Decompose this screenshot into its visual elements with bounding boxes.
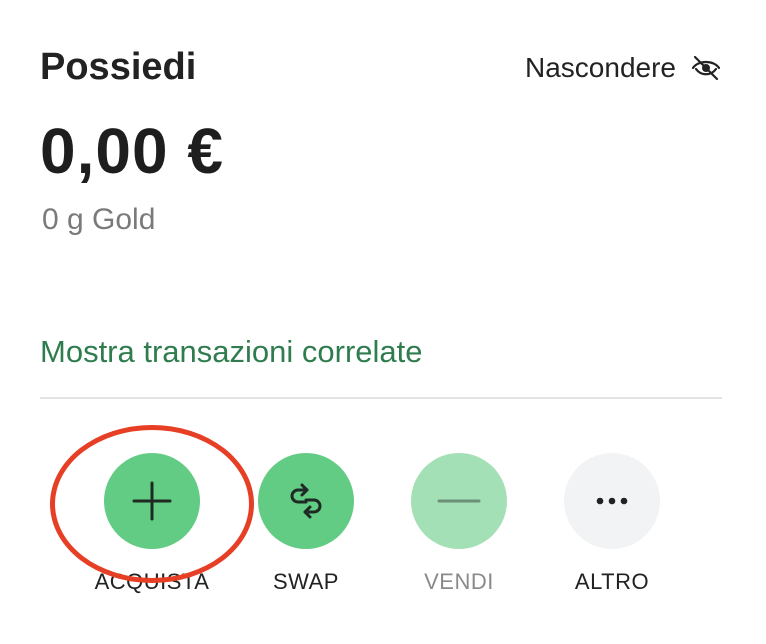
balance-amount: 0,00 € — [40, 115, 224, 187]
hide-balance-button[interactable]: Nascondere — [525, 52, 722, 84]
show-transactions-link[interactable]: Mostra transazioni correlate — [40, 334, 423, 370]
swap-circle — [258, 453, 354, 549]
minus-icon — [434, 496, 484, 506]
buy-button[interactable]: ACQUISTA — [82, 453, 222, 595]
sell-circle — [411, 453, 507, 549]
swap-button[interactable]: SWAP — [236, 453, 376, 595]
sell-button[interactable]: VENDI — [389, 453, 529, 595]
holdings-card: Possiedi Nascondere 0,00 € 0 g Gold Most… — [0, 0, 766, 644]
more-label: ALTRO — [574, 569, 650, 594]
sell-label: VENDI — [424, 569, 494, 594]
hide-balance-label: Nascondere — [525, 52, 676, 83]
page-title: Possiedi — [40, 46, 197, 88]
swap-icon — [284, 479, 328, 523]
swap-label: SWAP — [273, 569, 339, 594]
more-circle — [564, 453, 660, 549]
more-button[interactable]: ALTRO — [542, 453, 682, 595]
buy-circle — [104, 453, 200, 549]
buy-label: ACQUISTA — [94, 569, 210, 594]
plus-icon — [127, 476, 177, 526]
gold-amount: 0 g Gold — [42, 203, 156, 236]
more-icon — [592, 496, 632, 506]
action-bar: ACQUISTA SWAP VENDI ALTRO — [0, 453, 766, 613]
divider — [40, 397, 722, 399]
eye-off-icon — [690, 52, 722, 84]
